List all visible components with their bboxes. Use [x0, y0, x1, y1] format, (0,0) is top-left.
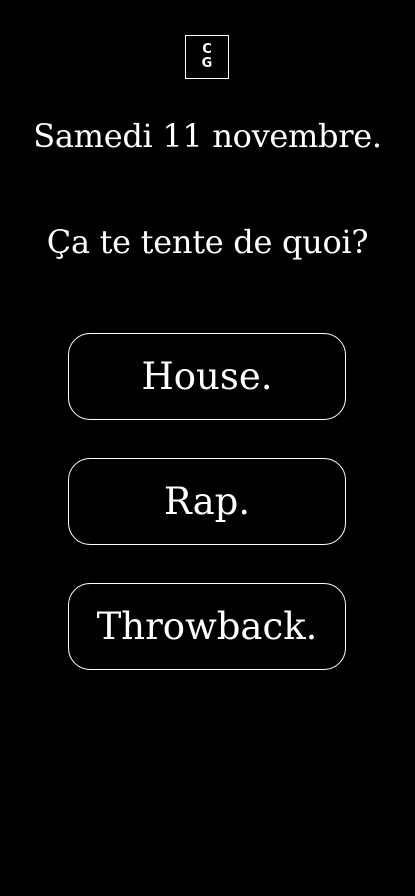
brand-logo: C G [185, 35, 229, 79]
choice-button-house[interactable]: House. [68, 333, 346, 420]
logo-letter-top: C [202, 42, 212, 57]
choice-button-throwback[interactable]: Throwback. [68, 583, 346, 670]
question-prompt: Ça te tente de quoi? [46, 223, 369, 261]
choice-button-rap[interactable]: Rap. [68, 458, 346, 545]
event-date: Samedi 11 novembre. [33, 117, 382, 155]
logo-letter-bottom: G [201, 56, 213, 71]
